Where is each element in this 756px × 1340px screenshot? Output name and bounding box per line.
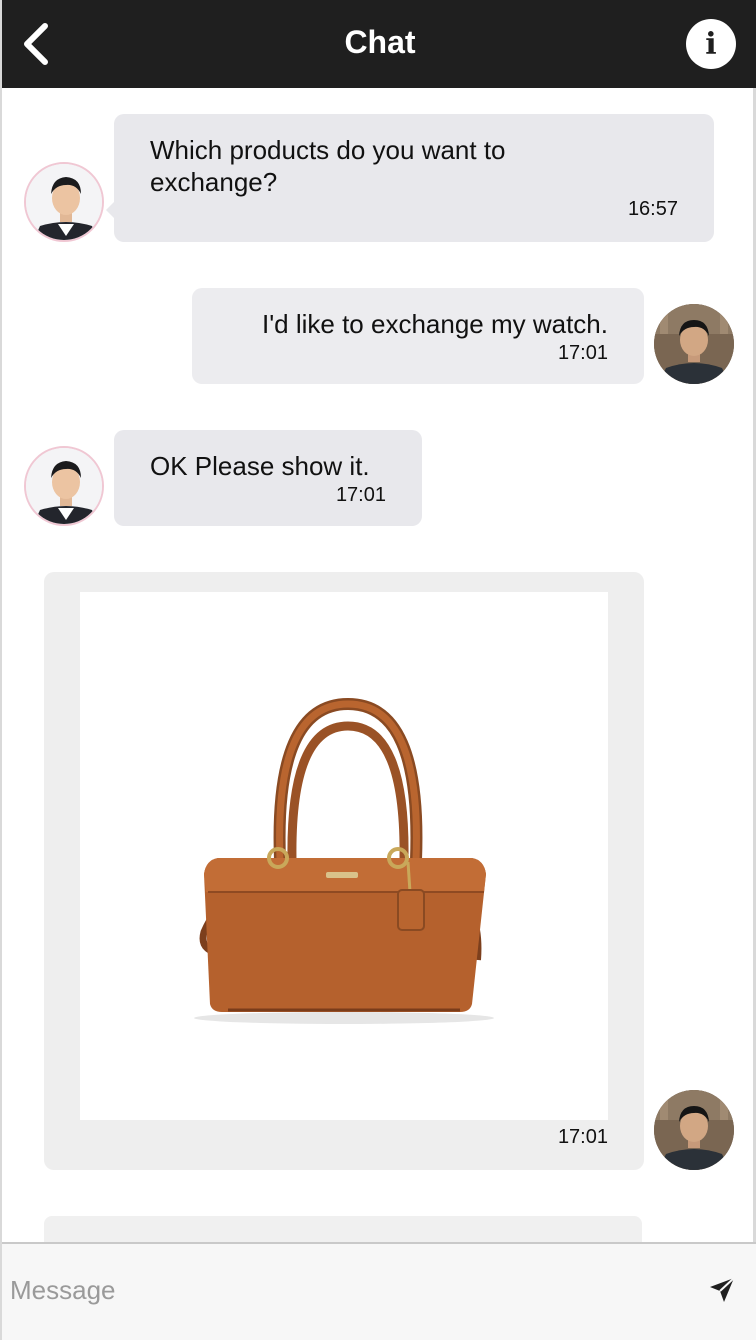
info-button[interactable]: i — [686, 19, 736, 69]
agent-avatar[interactable] — [24, 162, 104, 242]
agent-portrait-image — [26, 448, 102, 524]
app-frame: Chat i Which products do you want to exc… — [0, 0, 756, 1340]
message-list[interactable]: Which products do you want to exchange? … — [2, 88, 756, 1242]
incoming-message-bubble[interactable]: Which products do you want to exchange? … — [106, 114, 714, 242]
user-portrait-image — [654, 304, 734, 384]
attached-photo[interactable] — [80, 592, 608, 1120]
incoming-message-bubble[interactable]: OK Please show it. 17:01 — [114, 430, 422, 526]
page-title: Chat — [344, 24, 416, 60]
outgoing-message-bubble[interactable]: I'd like to exchange my watch. 17:01 — [192, 288, 644, 384]
message-text: OK Please show it. — [150, 451, 370, 481]
composer-bar — [2, 1242, 756, 1340]
message-timestamp: 17:01 — [335, 484, 386, 506]
user-avatar[interactable] — [654, 304, 734, 384]
outgoing-image-message[interactable]: 17:01 — [44, 572, 644, 1170]
agent-portrait-image — [26, 164, 102, 240]
message-timestamp: 16:57 — [627, 198, 678, 220]
message-timestamp: 17:01 — [557, 1126, 608, 1148]
navigation-bar: Chat i — [2, 0, 756, 88]
message-text: I'd like to exchange my watch. — [261, 309, 608, 339]
agent-avatar[interactable] — [24, 446, 104, 526]
message-text: Which products do you want to exchange? — [150, 135, 506, 197]
handbag-image — [80, 592, 608, 1120]
user-avatar[interactable] — [654, 1090, 734, 1170]
user-portrait-image — [654, 1090, 734, 1170]
info-icon: i — [705, 26, 717, 62]
message-timestamp: 17:01 — [557, 342, 608, 364]
send-button[interactable] — [702, 1270, 742, 1310]
send-icon — [710, 1277, 735, 1302]
message-input[interactable] — [10, 1268, 690, 1312]
next-message-peek — [44, 1216, 642, 1242]
